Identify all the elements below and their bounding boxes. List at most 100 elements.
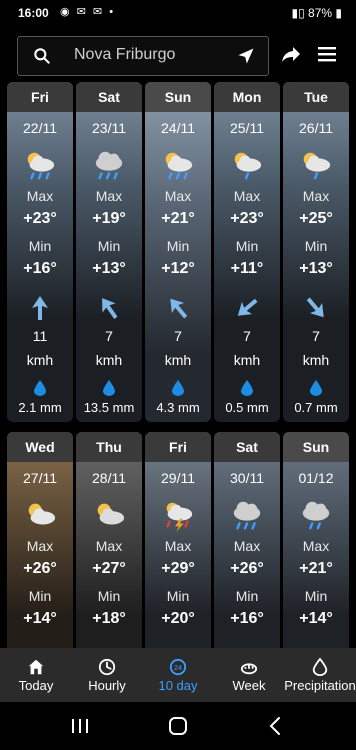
min-label: Min	[28, 238, 52, 254]
rain-amount: 4.3 mm	[156, 400, 200, 415]
day-date: 01/12	[298, 470, 334, 486]
wind-speed: 7	[312, 328, 320, 344]
tab-hourly[interactable]: Hourly	[72, 648, 142, 702]
notification-icons: ◉ ✉ ✉ •	[60, 6, 116, 18]
day-card[interactable]: Mon 25/11 Max +23° Min +11° 7 kmh 0.5 mm	[214, 82, 280, 422]
wind-unit: kmh	[302, 352, 330, 368]
rain-amount: 13.5 mm	[83, 400, 135, 415]
max-temp: +23°	[23, 210, 57, 227]
max-temp: +26°	[230, 560, 264, 577]
min-temp: +18°	[92, 610, 126, 627]
max-temp: +21°	[161, 210, 195, 227]
tab-10-day[interactable]: 24 10 day	[142, 648, 214, 702]
max-temp: +26°	[23, 560, 57, 577]
day-card[interactable]: Fri 29/11 Max +29° Min +20°	[145, 432, 211, 648]
max-temp: +27°	[92, 560, 126, 577]
max-temp: +23°	[230, 210, 264, 227]
min-label: Min	[28, 588, 52, 604]
tab-precipitation-label: Precipitation	[284, 678, 356, 693]
min-label: Min	[166, 238, 190, 254]
cloud-rain-icon	[95, 151, 123, 180]
tab-today[interactable]: Today	[0, 648, 72, 702]
day-card[interactable]: Sun 24/11 Max +21° Min +12° 7 kmh 4.3 mm	[145, 82, 211, 422]
day-name: Fri	[7, 82, 73, 112]
battery-level: 87%	[308, 6, 333, 20]
wind-speed: 7	[105, 328, 113, 344]
home-button-icon[interactable]	[166, 714, 190, 738]
tab-precipitation[interactable]: Precipitation	[284, 648, 356, 702]
day-card[interactable]: Fri 22/11 Max +23° Min +16° 11 kmh 2.1 m…	[7, 82, 73, 422]
clock-icon	[98, 658, 116, 676]
rain-amount: 0.7 mm	[294, 400, 338, 415]
max-label: Max	[164, 188, 192, 204]
day-name: Fri	[145, 432, 211, 462]
day-date: 28/11	[92, 470, 126, 486]
signal-icon: ▮▯	[291, 6, 309, 20]
day-name: Tue	[283, 82, 349, 112]
max-label: Max	[164, 538, 192, 554]
thunderstorm-icon	[166, 502, 193, 532]
raindrop-icon	[241, 380, 253, 396]
share-icon[interactable]	[279, 42, 303, 66]
back-icon[interactable]	[264, 714, 288, 738]
rain-amount: 0.5 mm	[225, 400, 269, 415]
raindrop-icon	[172, 380, 184, 396]
min-temp: +20°	[161, 610, 195, 627]
partly-cloudy-icon	[97, 503, 125, 525]
max-label: Max	[302, 538, 330, 554]
day-card[interactable]: Sat 23/11 Max +19° Min +13° 7 kmh 13.5 m…	[76, 82, 142, 422]
tab-today-label: Today	[18, 678, 54, 693]
menu-icon[interactable]	[315, 42, 339, 66]
day-name: Sat	[214, 432, 280, 462]
max-label: Max	[302, 188, 330, 204]
raindrop-icon	[310, 380, 322, 396]
raindrop-icon	[34, 380, 46, 396]
min-label: Min	[304, 588, 328, 604]
tab-10-day-label: 10 day	[158, 678, 198, 693]
wind-speed: 7	[243, 328, 251, 344]
wind-speed: 7	[174, 328, 182, 344]
day-date: 22/11	[23, 120, 57, 136]
day-card[interactable]: Wed 27/11 Max +26° Min +14°	[7, 432, 73, 648]
day-date: 29/11	[161, 470, 195, 486]
day-name: Sun	[283, 432, 349, 462]
day-card[interactable]: Thu 28/11 Max +27° Min +18°	[76, 432, 142, 648]
cloud-rain-icon	[233, 501, 261, 530]
location-input[interactable]: Nova Friburgo	[74, 46, 175, 64]
day-date: 24/11	[161, 120, 195, 136]
max-label: Max	[26, 188, 54, 204]
droplet-icon	[312, 658, 328, 676]
ten-day-icon: 24	[169, 658, 187, 676]
day-name: Sun	[145, 82, 211, 112]
recent-apps-icon[interactable]	[68, 714, 92, 738]
search-box[interactable]: Nova Friburgo	[17, 36, 269, 76]
min-label: Min	[97, 588, 121, 604]
week-icon	[240, 663, 258, 675]
partly-cloudy-rain-icon	[303, 152, 331, 180]
day-card[interactable]: Tue 26/11 Max +25° Min +13° 7 kmh 0.7 mm	[283, 82, 349, 422]
day-name: Mon	[214, 82, 280, 112]
day-card[interactable]: Sun 01/12 Max +21° Min +14°	[283, 432, 349, 648]
search-icon[interactable]	[32, 46, 52, 66]
status-time: 16:00	[18, 6, 49, 20]
min-temp: +16°	[230, 610, 264, 627]
min-temp: +13°	[299, 260, 333, 277]
partly-cloudy-rain-icon	[27, 152, 55, 180]
day-card[interactable]: Sat 30/11 Max +26° Min +16°	[214, 432, 280, 648]
min-label: Min	[235, 588, 259, 604]
min-label: Min	[235, 238, 259, 254]
day-name: Wed	[7, 432, 73, 462]
wind-down-right-arrow-icon	[306, 297, 324, 318]
min-temp: +14°	[299, 610, 333, 627]
max-temp: +19°	[92, 210, 126, 227]
locate-icon[interactable]	[236, 46, 256, 66]
tab-week[interactable]: Week	[214, 648, 284, 702]
min-label: Min	[97, 238, 121, 254]
system-nav-bar	[0, 702, 356, 750]
partly-cloudy-icon	[28, 503, 56, 525]
home-icon	[28, 659, 44, 675]
min-temp: +11°	[230, 260, 264, 277]
day-date: 23/11	[92, 120, 126, 136]
status-bar: 16:00 ◉ ✉ ✉ • ▮▯ 87% ▮	[0, 0, 356, 26]
battery-icon: ▮	[335, 6, 342, 20]
